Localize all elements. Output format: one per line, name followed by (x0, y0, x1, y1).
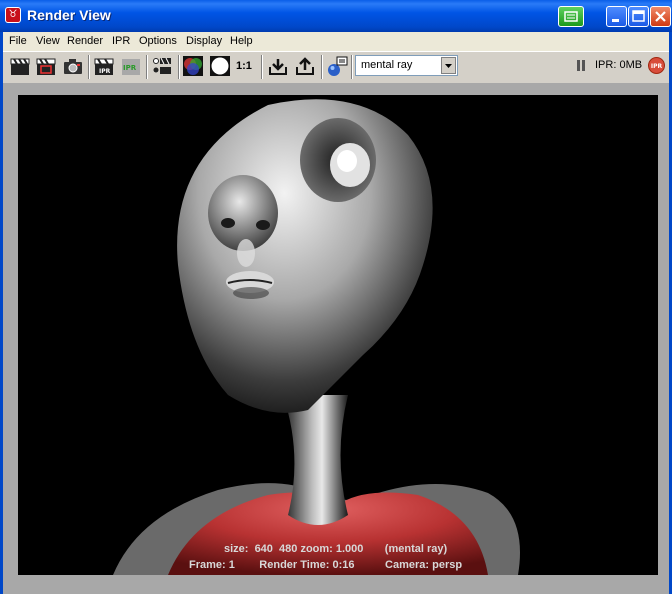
menu-bar: File View Render IPR Options Display Hel… (0, 32, 672, 51)
rgb-channel-icon[interactable] (182, 55, 204, 77)
maximize-button[interactable] (628, 6, 649, 27)
character-render-illustration (113, 99, 520, 575)
svg-text:IPR: IPR (99, 68, 111, 75)
rendered-image[interactable]: size: 640 480 zoom: 1.000 (mental ray) F… (18, 95, 658, 575)
title-bar[interactable]: ♉ Render View (0, 0, 672, 32)
ipr-stop-button[interactable]: IPR (648, 57, 665, 74)
remove-image-icon[interactable] (294, 55, 316, 77)
render-globals-icon[interactable] (326, 55, 348, 77)
toolbar-separator (261, 55, 263, 79)
clapper-render-icon[interactable] (9, 55, 31, 77)
chevron-down-icon[interactable] (441, 57, 456, 74)
ipr-memory-label: IPR: 0MB (595, 59, 643, 71)
toolbar-separator (178, 55, 180, 79)
render-viewport[interactable]: size: 640 480 zoom: 1.000 (mental ray) F… (0, 83, 672, 594)
snapshot-camera-icon[interactable] (62, 55, 84, 77)
renderer-value: mental ray (361, 59, 413, 71)
renderer-dropdown[interactable]: mental ray (355, 55, 458, 76)
alpha-channel-icon[interactable] (209, 55, 231, 77)
menu-ipr[interactable]: IPR (112, 35, 130, 47)
close-button[interactable] (650, 6, 671, 27)
ipr-render-icon[interactable]: IPR (93, 55, 115, 77)
render-view-window: ♉ Render View File View Render IPR Optio… (0, 0, 672, 594)
svg-text:IPR: IPR (123, 64, 137, 72)
clapper-region-icon[interactable] (35, 55, 57, 77)
menu-view[interactable]: View (36, 35, 60, 47)
window-border-left (0, 32, 3, 594)
toolbar-separator (146, 55, 148, 79)
real-size-button[interactable]: 1:1 (236, 60, 252, 72)
ipr-refresh-icon[interactable]: IPR (120, 55, 142, 77)
keep-image-icon[interactable] (267, 55, 289, 77)
toolbar-separator (351, 55, 353, 79)
window-title: Render View (27, 7, 111, 23)
menu-options[interactable]: Options (139, 35, 177, 47)
menu-help[interactable]: Help (230, 35, 253, 47)
render-settings-icon[interactable] (151, 55, 173, 77)
menu-render[interactable]: Render (67, 35, 103, 47)
pause-ipr-icon[interactable] (577, 60, 585, 71)
menu-file[interactable]: File (9, 35, 27, 47)
tear-off-icon[interactable] (558, 6, 584, 27)
image-info-frame: Frame: 1 Render Time: 0:16 Camera: persp (189, 559, 463, 571)
maya-app-icon[interactable]: ♉ (5, 7, 21, 23)
minimize-button[interactable] (606, 6, 627, 27)
image-info-size: size: 640 480 zoom: 1.000 (mental ray) (224, 543, 448, 555)
toolbar: IPR IPR 1:1 (0, 51, 672, 81)
menu-display[interactable]: Display (186, 35, 222, 47)
toolbar-separator (88, 55, 90, 79)
toolbar-separator (321, 55, 323, 79)
